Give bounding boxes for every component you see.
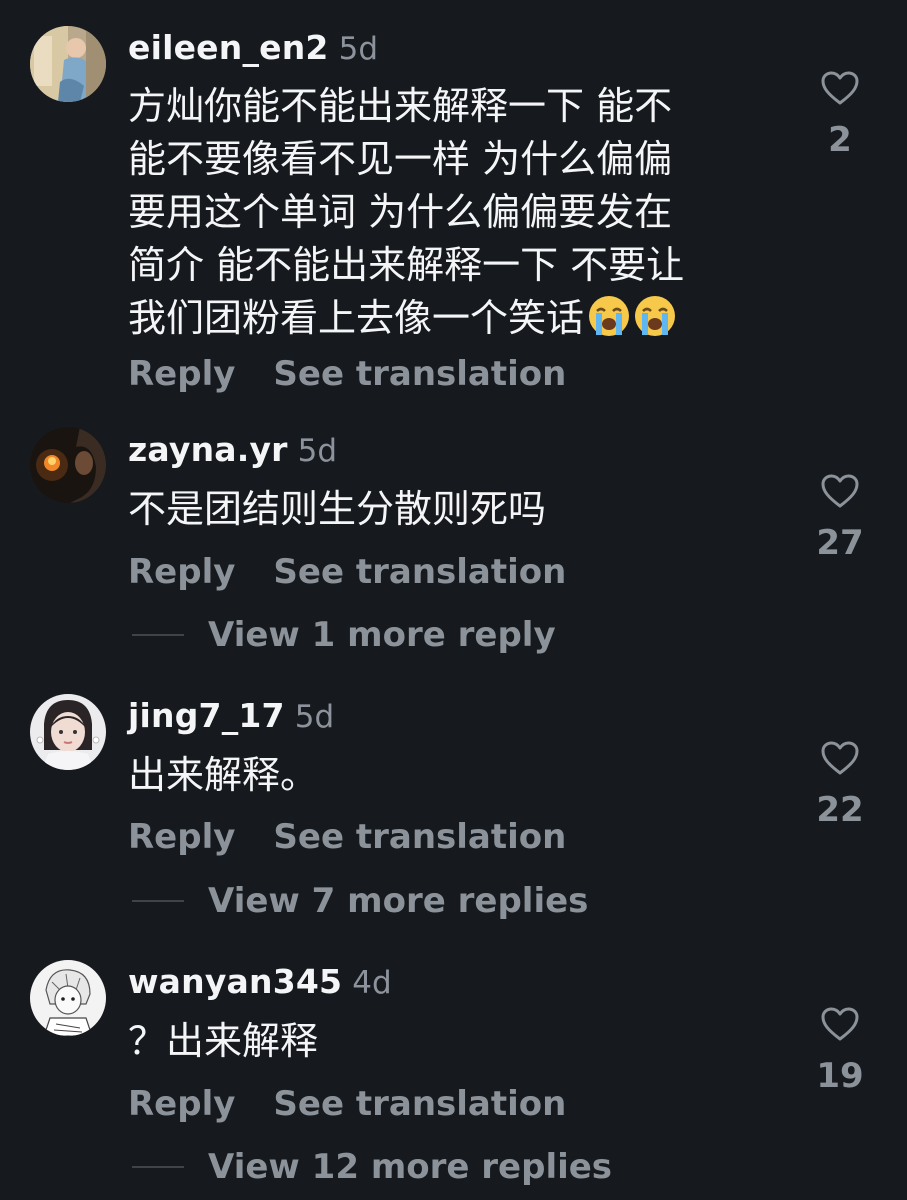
comment-actions: Reply See translation [128,550,566,594]
avatar[interactable] [30,960,106,1036]
avatar[interactable] [30,694,106,770]
comment-text-line: 要用这个单词 为什么偏偏要发在 [128,190,673,234]
like-button[interactable]: 19 [800,1006,880,1096]
like-count: 27 [816,523,864,563]
username[interactable]: wanyan345 [128,962,342,1001]
crying-face-emoji [634,295,676,351]
comment-text-line: ？出来解释 [128,1019,319,1063]
like-count: 19 [816,1056,864,1096]
reply-button[interactable]: Reply [128,552,235,592]
comment-text: 出来解释。 [128,749,768,802]
comment-text-line: 我们团粉看上去像一个笑话 [128,296,585,340]
comment-actions: Reply See translation [128,352,566,396]
like-count: 22 [816,790,864,830]
view-more-replies-button[interactable]: View 1 more reply [132,613,556,657]
view-more-replies-label: View 1 more reply [208,615,556,655]
username[interactable]: jing7_17 [128,696,285,735]
heart-outline-icon [821,71,859,105]
comment-age: 5d [338,31,379,67]
comment-header: eileen_en2 5d [128,26,378,70]
reply-button[interactable]: Reply [128,1084,235,1124]
view-more-replies-button[interactable]: View 12 more replies [132,1145,612,1189]
view-more-replies-label: View 12 more replies [208,1147,613,1187]
heart-outline-icon [821,1007,859,1041]
heart-outline-icon [821,474,859,508]
comment-age: 5d [297,433,338,469]
comment-actions: Reply See translation [128,815,566,859]
comment-header: zayna.yr 5d [128,428,337,472]
like-button[interactable]: 22 [800,740,880,830]
divider [132,899,184,902]
comment-actions: Reply See translation [128,1082,566,1126]
divider [132,1165,184,1168]
heart-outline-icon [821,741,859,775]
comment-header: jing7_17 5d [128,694,334,738]
like-button[interactable]: 2 [800,70,880,160]
reply-button[interactable]: Reply [128,354,235,394]
comment-header: wanyan345 4d [128,960,392,1004]
see-translation-button[interactable]: See translation [273,552,566,592]
avatar[interactable] [30,26,106,102]
comment-text: 方灿你能不能出来解释一下 能不 能不要像看不见一样 为什么偏偏 要用这个单词 为… [128,80,768,351]
view-more-replies-label: View 7 more replies [208,881,589,921]
see-translation-button[interactable]: See translation [273,354,566,394]
avatar[interactable] [30,427,106,503]
comment-text: ？出来解释 [128,1015,768,1068]
crying-face-emoji [588,295,630,351]
comment-text-line: 方灿你能不能出来解释一下 能不 [128,84,673,128]
see-translation-button[interactable]: See translation [273,817,566,857]
like-count: 2 [828,120,852,160]
divider [132,633,184,636]
see-translation-button[interactable]: See translation [273,1084,566,1124]
reply-button[interactable]: Reply [128,817,235,857]
username[interactable]: eileen_en2 [128,28,329,67]
like-button[interactable]: 27 [800,473,880,563]
username[interactable]: zayna.yr [128,430,288,469]
comment-text: 不是团结则生分散则死吗 [128,483,768,536]
comment-text-line: 不是团结则生分散则死吗 [128,487,547,531]
comment-age: 4d [352,965,392,1001]
comment-text-line-last: 我们团粉看上去像一个笑话 [128,292,768,351]
comment-text-line: 简介 能不能出来解释一下 不要让 [128,243,685,287]
comment-age: 5d [294,699,335,735]
comment-text-line: 出来解释。 [128,753,319,797]
comment-text-line: 能不要像看不见一样 为什么偏偏 [128,137,673,181]
view-more-replies-button[interactable]: View 7 more replies [132,879,588,923]
